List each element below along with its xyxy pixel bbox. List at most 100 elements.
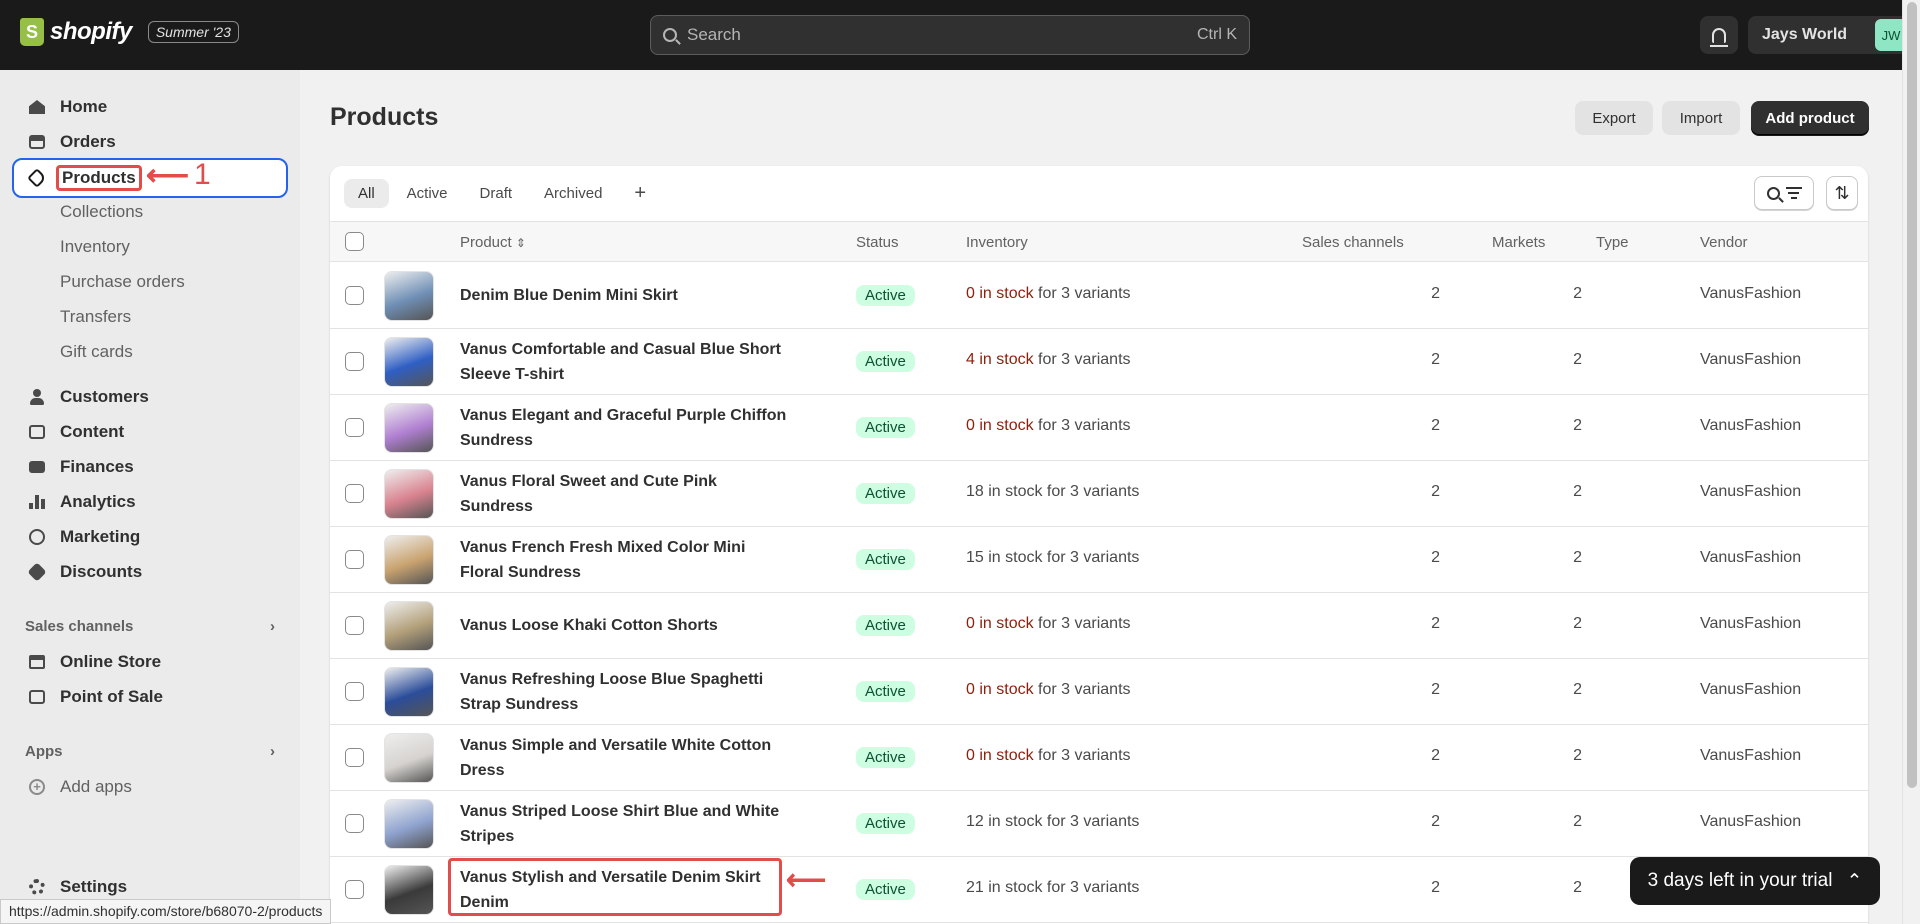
product-name-link[interactable]: Vanus Floral Sweet and Cute Pink Sundress [460, 469, 800, 519]
store-icon [28, 653, 46, 671]
product-thumbnail[interactable] [384, 271, 434, 321]
table-row[interactable]: Vanus Comfortable and Casual Blue Short S… [330, 329, 1868, 395]
row-checkbox[interactable] [345, 484, 364, 503]
status-badge: Active [856, 417, 915, 438]
search-input[interactable]: Search Ctrl K [650, 15, 1250, 55]
variants-text: for 3 variants [1042, 549, 1140, 566]
row-checkbox[interactable] [345, 880, 364, 899]
sidebar-item-purchase-orders[interactable]: Purchase orders [60, 272, 185, 292]
table-row[interactable]: Vanus Loose Khaki Cotton Shorts Active 0 i… [330, 593, 1868, 659]
sidebar-item-label: Analytics [60, 492, 136, 511]
sort-button[interactable]: ⇅ [1826, 176, 1858, 210]
column-product[interactable]: Product ⇕ [460, 234, 526, 251]
tab-active[interactable]: Active [393, 179, 462, 208]
row-checkbox[interactable] [345, 352, 364, 371]
sidebar-item-content[interactable]: Content [14, 415, 286, 449]
inventory-cell: 0 in stock for 3 variants [966, 615, 1131, 633]
search-placeholder: Search [687, 25, 741, 44]
sidebar-item-customers[interactable]: Customers [14, 380, 286, 414]
sidebar-item-online-store[interactable]: Online Store [14, 645, 286, 679]
status-badge: Active [856, 747, 915, 768]
sidebar-item-collections[interactable]: Collections [60, 202, 143, 222]
sidebar-item-marketing[interactable]: Marketing [14, 520, 286, 554]
sidebar-item-inventory[interactable]: Inventory [60, 237, 130, 257]
sidebar-item-discounts[interactable]: Discounts [14, 555, 286, 589]
sort-icon: ⇅ [1834, 182, 1850, 203]
row-checkbox[interactable] [345, 616, 364, 635]
table-row[interactable]: Vanus Simple and Versatile White Cotton D… [330, 725, 1868, 791]
add-view-button[interactable]: + [620, 180, 660, 207]
search-filter-button[interactable] [1754, 176, 1814, 210]
markets-count: 2 [1573, 483, 1582, 500]
markets-count: 2 [1573, 813, 1582, 830]
product-name-link[interactable]: Vanus Elegant and Graceful Purple Chiffo… [460, 403, 800, 453]
row-checkbox[interactable] [345, 286, 364, 305]
table-row[interactable]: Vanus Striped Loose Shirt Blue and White… [330, 791, 1868, 857]
shopify-logo[interactable]: S shopify Summer '23 [20, 18, 239, 46]
scrollbar-thumb[interactable] [1907, 2, 1917, 788]
target-icon [28, 528, 46, 546]
row-checkbox[interactable] [345, 748, 364, 767]
table-header: Product ⇕ Status Inventory Sales channel… [330, 221, 1868, 262]
product-name-line1: Vanus Elegant and Graceful Purple Chiffo… [460, 407, 787, 424]
table-row[interactable]: Vanus Refreshing Loose Blue Spaghetti Str… [330, 659, 1868, 725]
select-all-checkbox[interactable] [345, 232, 364, 251]
sidebar-item-analytics[interactable]: Analytics [14, 485, 286, 519]
product-thumbnail[interactable] [384, 337, 434, 387]
vendor-name: VanusFashion [1700, 681, 1802, 698]
annotation-arrow-1: ⟵ [146, 159, 190, 192]
sidebar-item-finances[interactable]: Finances [14, 450, 286, 484]
vendor-name: VanusFashion [1700, 747, 1802, 764]
product-thumbnail[interactable] [384, 667, 434, 717]
product-name-link[interactable]: Vanus Comfortable and Casual Blue Short S… [460, 337, 800, 387]
product-name-link[interactable]: Denim Blue Denim Mini Skirt [460, 283, 800, 308]
sort-arrows-icon: ⇕ [515, 236, 526, 250]
product-thumbnail[interactable] [384, 799, 434, 849]
trial-banner[interactable]: 3 days left in your trial ⌃ [1630, 857, 1880, 905]
product-name-link[interactable]: Vanus Striped Loose Shirt Blue and White… [460, 799, 800, 849]
table-row[interactable]: Denim Blue Denim Mini Skirt Active 0 in st… [330, 263, 1868, 329]
import-button[interactable]: Import [1662, 101, 1740, 135]
product-thumbnail[interactable] [384, 403, 434, 453]
status-badge: Active [856, 615, 915, 636]
sidebar-item-gift-cards[interactable]: Gift cards [60, 342, 133, 362]
row-checkbox[interactable] [345, 550, 364, 569]
row-checkbox[interactable] [345, 814, 364, 833]
product-thumbnail[interactable] [384, 601, 434, 651]
tab-draft[interactable]: Draft [466, 179, 527, 208]
sidebar-item-transfers[interactable]: Transfers [60, 307, 131, 327]
product-name-line2: Sundress [460, 498, 533, 515]
product-name-link[interactable]: Vanus French Fresh Mixed Color Mini Flora… [460, 535, 800, 585]
inventory-cell: 4 in stock for 3 variants [966, 351, 1131, 369]
product-thumbnail[interactable] [384, 535, 434, 585]
stock-count: 15 in stock [966, 549, 1043, 566]
filter-icon [1785, 187, 1802, 199]
add-product-button[interactable]: Add product [1751, 101, 1869, 135]
row-checkbox[interactable] [345, 418, 364, 437]
product-thumbnail[interactable] [384, 469, 434, 519]
product-thumbnail[interactable] [384, 733, 434, 783]
apps-section[interactable]: Apps › [25, 743, 275, 760]
product-name-link[interactable]: Vanus Refreshing Loose Blue Spaghetti Str… [460, 667, 800, 717]
product-name-link[interactable]: Vanus Loose Khaki Cotton Shorts [460, 613, 800, 638]
notifications-button[interactable] [1700, 16, 1738, 54]
product-name-link[interactable]: Vanus Simple and Versatile White Cotton D… [460, 733, 800, 783]
sales-channels-section[interactable]: Sales channels › [25, 618, 275, 635]
store-menu-button[interactable]: Jays World JW [1748, 16, 1910, 54]
table-row[interactable]: Vanus French Fresh Mixed Color Mini Flora… [330, 527, 1868, 593]
sidebar-item-home[interactable]: Home [14, 90, 286, 124]
status-badge: Active [856, 813, 915, 834]
row-checkbox[interactable] [345, 682, 364, 701]
sidebar-item-orders[interactable]: Orders [14, 125, 286, 159]
export-button[interactable]: Export [1575, 101, 1653, 135]
shopify-bag-icon: S [20, 18, 44, 46]
table-row[interactable]: Vanus Elegant and Graceful Purple Chiffo… [330, 395, 1868, 461]
sidebar-item-point-of-sale[interactable]: Point of Sale [14, 680, 286, 714]
table-row[interactable]: Vanus Floral Sweet and Cute Pink Sundress… [330, 461, 1868, 527]
product-thumbnail[interactable] [384, 865, 434, 915]
inventory-cell: 12 in stock for 3 variants [966, 813, 1139, 831]
tab-archived[interactable]: Archived [530, 179, 616, 208]
tab-all[interactable]: All [344, 178, 389, 208]
scrollbar[interactable] [1902, 0, 1920, 924]
sidebar-item-add-apps[interactable]: + Add apps [14, 770, 286, 804]
